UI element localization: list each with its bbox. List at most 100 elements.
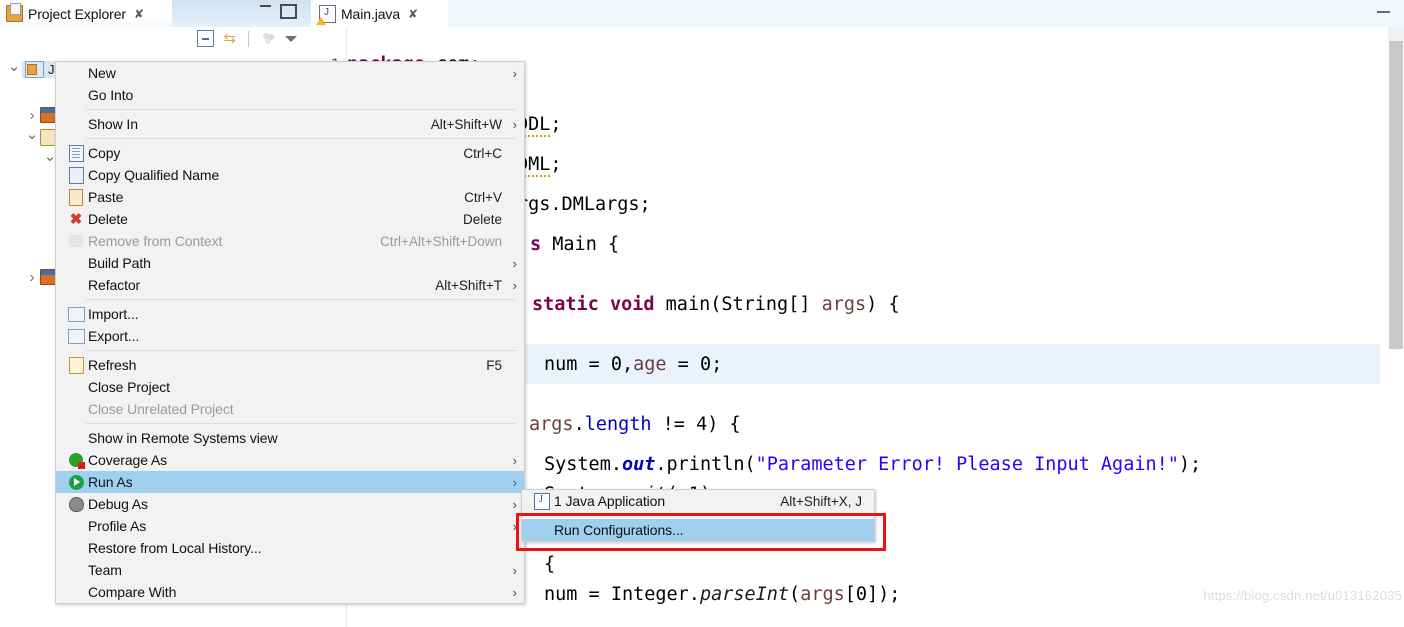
menu-item-icon xyxy=(64,306,88,322)
tab-main-java[interactable]: Main.java ✘ xyxy=(311,0,448,27)
menu-item-label: Debug As xyxy=(88,496,148,512)
menu-item-label: Go Into xyxy=(88,87,134,103)
menu-item-label: Copy Qualified Name xyxy=(88,167,220,183)
project-context-menu[interactable]: New › Go Into Show In Alt+Shift+W › Copy Ctrl+C… xyxy=(55,61,525,604)
menu-item-export[interactable]: Export... xyxy=(56,325,524,347)
menu-item-build-path[interactable]: Build Path › xyxy=(56,252,524,274)
tab-project-explorer-label: Project Explorer xyxy=(28,5,126,22)
toolbar-divider xyxy=(248,30,249,47)
menu-item-copy[interactable]: Copy Ctrl+C xyxy=(56,142,524,164)
top-tab-bar: Project Explorer ✘ Main.java ✘ xyxy=(0,0,1404,27)
menu-item-label: Run As xyxy=(88,474,133,490)
overview-ruler-top[interactable] xyxy=(1388,27,1404,42)
java-application-icon xyxy=(534,492,550,510)
menu-item-go-into[interactable]: Go Into xyxy=(56,84,524,106)
menu-item-compare-with[interactable]: Compare With › xyxy=(56,581,524,603)
export-icon xyxy=(67,328,85,344)
menu-item-close-project[interactable]: Close Project xyxy=(56,376,524,398)
menu-item-label: Show in Remote Systems view xyxy=(88,430,278,446)
menu-item-label: Copy xyxy=(88,145,121,161)
refresh-icon xyxy=(68,356,84,374)
menu-item-refactor[interactable]: Refactor Alt+Shift+T › xyxy=(56,274,524,296)
import-icon xyxy=(67,306,85,322)
menu-item-icon xyxy=(64,255,88,271)
copy-qualified-name-icon xyxy=(68,166,84,184)
editor-vertical-scrollbar[interactable] xyxy=(1388,27,1404,627)
tab-main-java-label: Main.java xyxy=(341,5,401,22)
menu-item-label: Refactor xyxy=(88,277,141,293)
menu-item-shortcut: Ctrl+V xyxy=(464,189,502,205)
menu-item-label: Remove from Context xyxy=(88,233,223,249)
chevron-right-icon: › xyxy=(512,452,517,468)
chevron-right-icon: › xyxy=(512,474,517,490)
scrollbar-thumb[interactable] xyxy=(1389,41,1403,349)
tree-item-src[interactable] xyxy=(24,104,58,126)
menu-item-icon xyxy=(64,452,88,469)
menu-item-copy-qualified-name[interactable]: Copy Qualified Name xyxy=(56,164,524,186)
chevron-right-icon: › xyxy=(512,584,517,600)
chevron-down-icon[interactable] xyxy=(24,130,40,145)
menu-item-delete[interactable]: ✖ Delete Delete xyxy=(56,208,524,230)
minimize-view-icon[interactable] xyxy=(260,5,271,7)
menu-item-label: Refresh xyxy=(88,357,137,373)
menu-item-icon xyxy=(64,379,88,395)
chevron-right-icon: › xyxy=(512,562,517,578)
menu-item-label: Restore from Local History... xyxy=(88,540,262,556)
menu-item-profile-as[interactable]: Profile As › xyxy=(56,515,524,537)
chevron-right-icon: › xyxy=(512,496,517,512)
menu-item-shortcut: Ctrl+C xyxy=(463,145,502,161)
window-minimize-button[interactable] xyxy=(1377,11,1390,13)
focus-active-task-icon[interactable] xyxy=(261,32,276,45)
menu-item-run-configurations[interactable]: Run Configurations... xyxy=(522,519,874,541)
menu-item-label: Delete xyxy=(88,211,128,227)
menu-item-debug-as[interactable]: Debug As › xyxy=(56,493,524,515)
menu-item-refresh[interactable]: Refresh F5 xyxy=(56,354,524,376)
menu-item-run-as[interactable]: Run As › xyxy=(56,471,524,493)
collapse-all-icon[interactable] xyxy=(197,30,215,47)
view-menu-icon[interactable] xyxy=(285,35,297,42)
menu-item-show-in-remote-systems-view[interactable]: Show in Remote Systems view xyxy=(56,427,524,449)
code-line-9: static void main(String[] args) { xyxy=(532,294,900,315)
close-icon[interactable]: ✘ xyxy=(134,7,144,21)
link-with-editor-icon[interactable]: ⇆ xyxy=(223,31,236,46)
chevron-right-icon: › xyxy=(512,116,517,132)
tree-item-lib[interactable] xyxy=(24,266,58,288)
delete-icon: ✖ xyxy=(69,210,83,228)
debug-icon xyxy=(68,496,84,512)
tab-strip-right-filler xyxy=(448,0,1404,27)
watermark-text: https://blog.csdn.net/u013162035 xyxy=(1203,588,1402,603)
tree-item-jre[interactable] xyxy=(24,126,57,148)
menu-separator xyxy=(86,423,516,424)
menu-item-paste[interactable]: Paste Ctrl+V xyxy=(56,186,524,208)
chevron-down-icon[interactable] xyxy=(6,62,22,77)
chevron-right-icon[interactable] xyxy=(24,270,40,285)
menu-item-restore-from-local-history[interactable]: Restore from Local History... xyxy=(56,537,524,559)
menu-item-coverage-as[interactable]: Coverage As › xyxy=(56,449,524,471)
menu-item-team[interactable]: Team › xyxy=(56,559,524,581)
code-line-5: rgs.DMLargs; xyxy=(517,194,651,215)
menu-item-icon xyxy=(64,474,88,490)
menu-item-import[interactable]: Import... xyxy=(56,303,524,325)
menu-item-icon xyxy=(530,492,554,510)
menu-item-new[interactable]: New › xyxy=(56,62,524,84)
menu-item-remove-from-context[interactable]: Remove from Context Ctrl+Alt+Shift+Down xyxy=(56,230,524,252)
menu-item-shortcut: Ctrl+Alt+Shift+Down xyxy=(380,233,502,249)
chevron-right-icon[interactable] xyxy=(24,108,40,123)
menu-item-icon xyxy=(64,430,88,446)
menu-item-close-unrelated-project[interactable]: Close Unrelated Project xyxy=(56,398,524,420)
maximize-view-icon[interactable] xyxy=(280,4,297,19)
menu-item-icon xyxy=(64,65,88,81)
close-icon[interactable]: ✘ xyxy=(408,7,418,21)
menu-separator xyxy=(86,350,516,351)
menu-item-label: Import... xyxy=(88,306,139,322)
run-as-submenu[interactable]: 1 Java Application Alt+Shift+X, J Run Conf… xyxy=(521,489,875,542)
menu-item-show-in[interactable]: Show In Alt+Shift+W › xyxy=(56,113,524,135)
menu-item-label: Close Project xyxy=(88,379,170,395)
menu-separator xyxy=(552,515,866,516)
menu-item-1-java-application[interactable]: 1 Java Application Alt+Shift+X, J xyxy=(522,490,874,512)
menu-item-label: Coverage As xyxy=(88,452,168,468)
warning-badge-icon xyxy=(316,16,326,25)
chevron-right-icon: › xyxy=(512,518,517,534)
menu-item-label: New xyxy=(88,65,116,81)
tab-project-explorer[interactable]: Project Explorer ✘ xyxy=(0,0,172,27)
